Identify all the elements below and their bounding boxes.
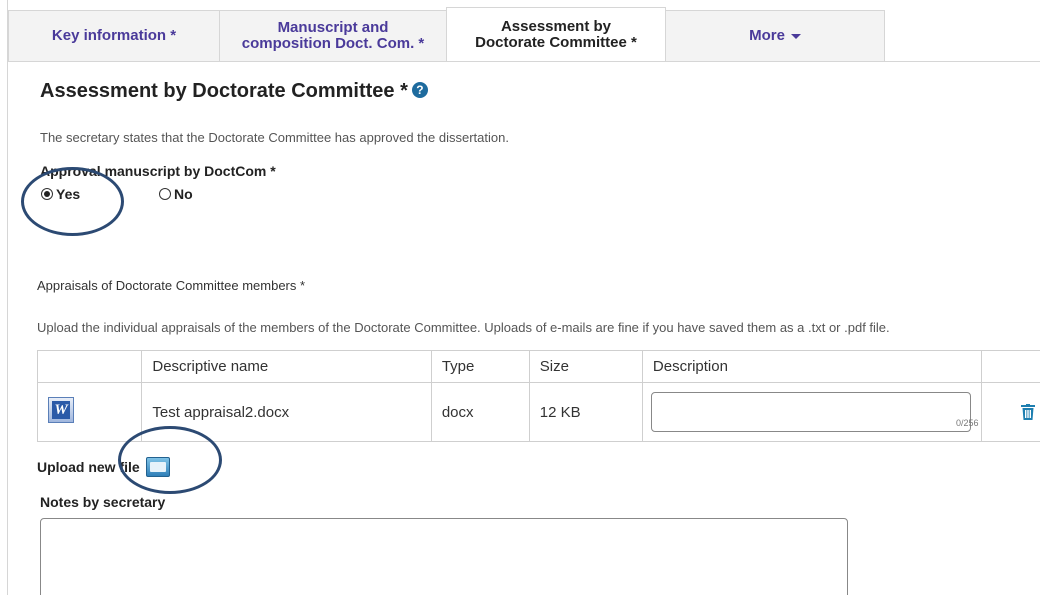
column-header-description: Description: [641, 350, 982, 383]
column-header-name: Descriptive name: [141, 350, 432, 383]
table-header-row: Descriptive name Type Size Description: [36, 350, 1040, 383]
radio-no-indicator[interactable]: [159, 188, 171, 200]
tab-assessment-label: Assessment by Doctorate Committee *: [475, 17, 637, 51]
left-rule: [7, 0, 8, 595]
column-header-actions: [980, 350, 1040, 383]
tab-more[interactable]: More: [665, 10, 885, 61]
radio-no-label: No: [174, 186, 193, 202]
tab-key-information-label: Key information *: [51, 27, 177, 44]
help-icon[interactable]: ?: [411, 81, 428, 98]
trash-icon[interactable]: [1021, 404, 1035, 420]
radio-yes-indicator[interactable]: [41, 188, 53, 200]
upload-new-file: Upload new file: [37, 457, 170, 477]
files-table: Descriptive name Type Size Description W…: [36, 350, 1040, 442]
tab-bar: Key information * Manuscript and composi…: [8, 7, 888, 62]
upload-hint: Upload the individual appraisals of the …: [37, 320, 890, 335]
word-document-icon[interactable]: W: [48, 397, 74, 423]
tab-assessment[interactable]: Assessment by Doctorate Committee *: [446, 7, 666, 61]
radio-no[interactable]: No: [159, 186, 193, 202]
tab-manuscript-line2: composition Doct. Com. *: [241, 35, 425, 52]
column-header-icon: [36, 350, 143, 383]
tab-manuscript-composition-label: Manuscript and composition Doct. Com. *: [242, 20, 425, 52]
tab-key-information[interactable]: Key information *: [8, 10, 220, 61]
description-char-counter: 0/256: [956, 418, 979, 428]
page: Key information * Manuscript and composi…: [0, 0, 1040, 595]
page-title-text: Assessment by Doctorate Committee *: [40, 80, 408, 102]
file-description-cell: [641, 382, 982, 442]
file-name-cell: Test appraisal2.docx: [141, 382, 432, 442]
notes-label: Notes by secretary: [40, 494, 166, 510]
tabs-baseline: [8, 61, 1040, 62]
radio-yes[interactable]: Yes: [41, 186, 80, 202]
upload-new-file-label: Upload new file: [37, 459, 140, 475]
tab-assessment-line2: Doctorate Committee *: [475, 33, 637, 51]
table-row: W Test appraisal2.docx docx 12 KB: [36, 382, 1040, 442]
page-title: Assessment by Doctorate Committee *?: [40, 80, 428, 103]
radio-yes-label: Yes: [56, 186, 81, 202]
word-document-icon-letter: W: [52, 401, 70, 419]
description-input[interactable]: [650, 392, 971, 432]
caret-down-icon: [790, 33, 801, 39]
tab-assessment-line1: Assessment by: [500, 17, 612, 35]
column-header-size: Size: [528, 350, 643, 383]
file-icon-cell: W: [36, 382, 143, 442]
file-type-cell: docx: [430, 382, 530, 442]
approval-label: Approval manuscript by DoctCom *: [40, 163, 276, 179]
tab-more-label: More: [749, 27, 785, 44]
appraisals-label: Appraisals of Doctorate Committee member…: [37, 278, 306, 293]
file-size-cell: 12 KB: [528, 382, 643, 442]
tab-manuscript-line1: Manuscript and: [277, 19, 389, 36]
folder-icon[interactable]: [145, 457, 170, 477]
notes-textarea[interactable]: [40, 518, 848, 595]
intro-text: The secretary states that the Doctorate …: [40, 130, 509, 145]
tab-manuscript-composition[interactable]: Manuscript and composition Doct. Com. *: [219, 10, 447, 61]
column-header-type: Type: [430, 350, 530, 383]
